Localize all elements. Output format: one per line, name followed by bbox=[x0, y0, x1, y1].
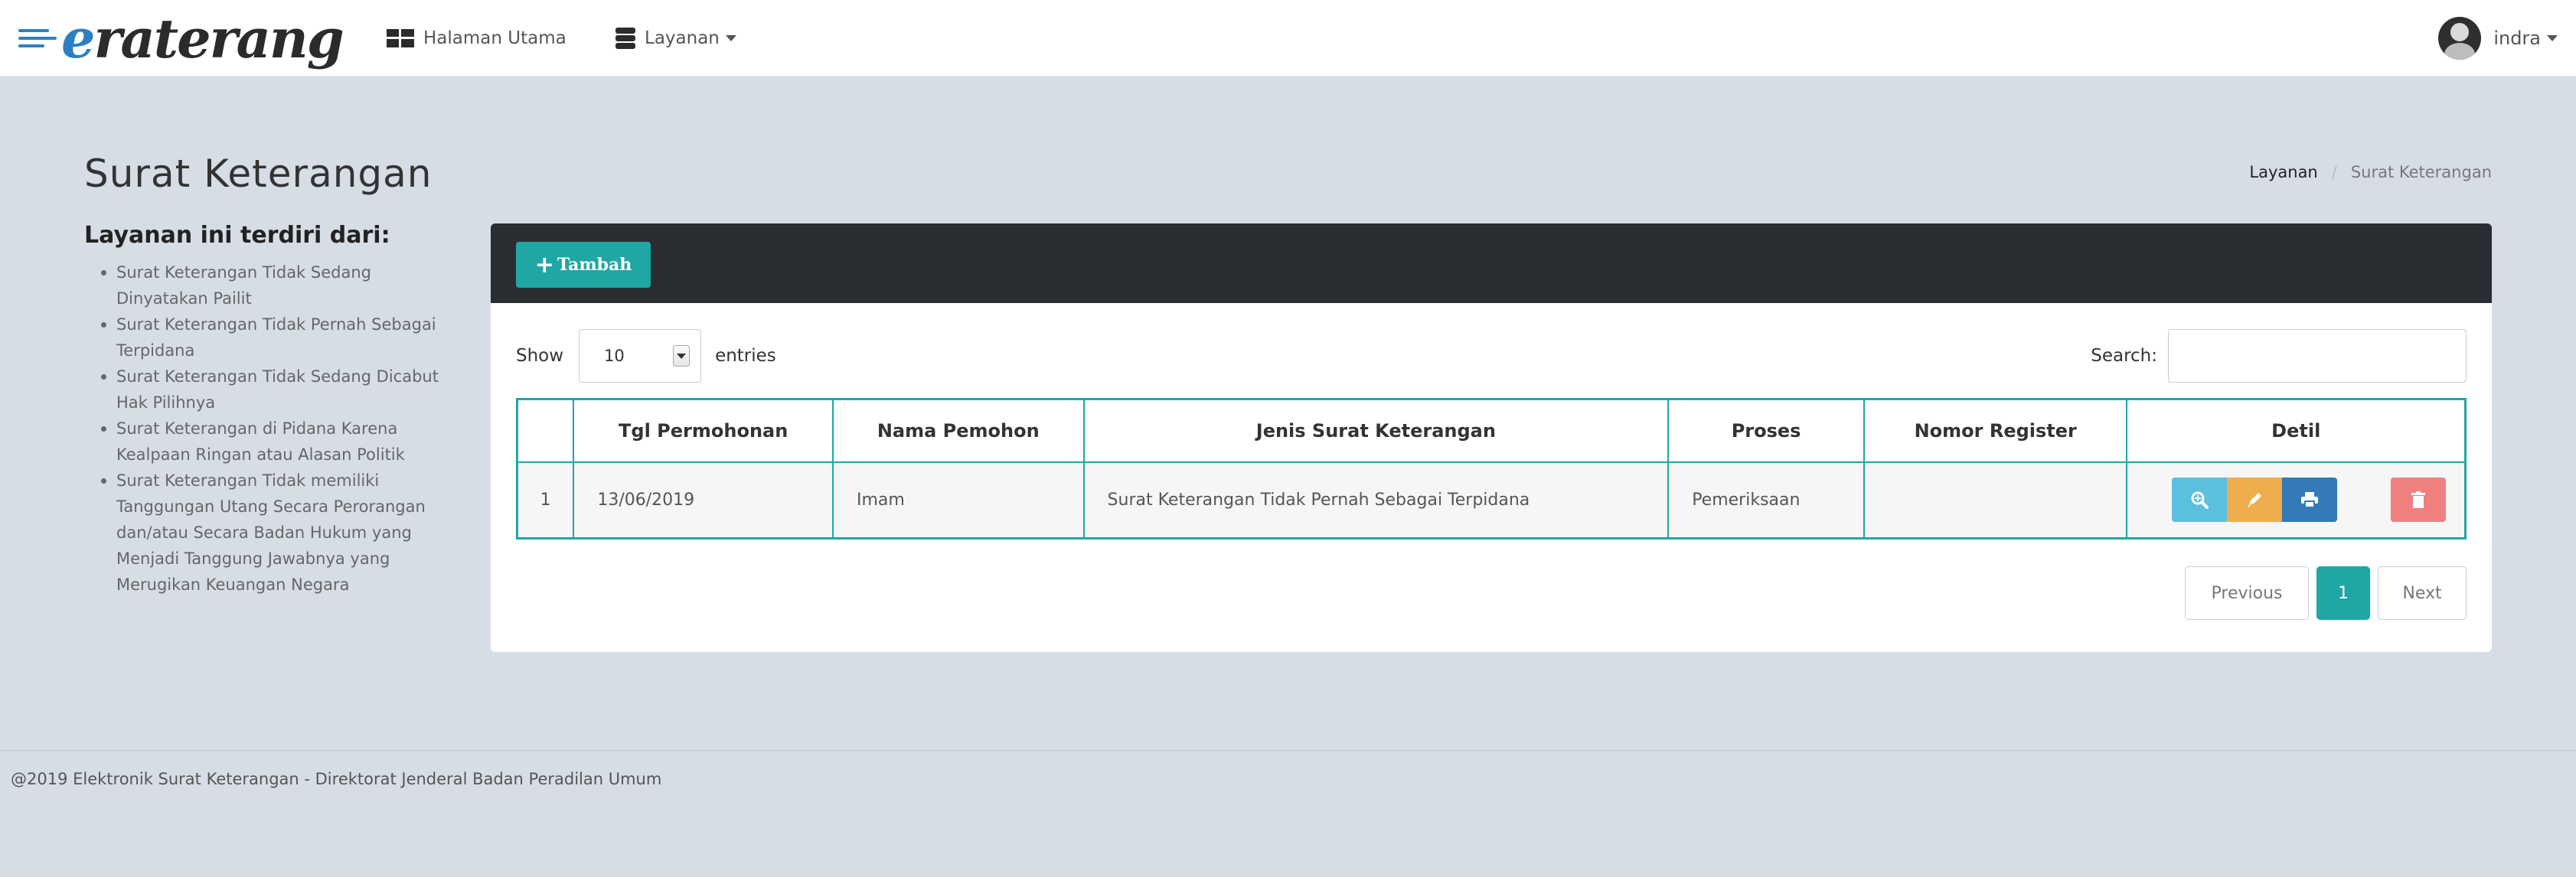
column-header-nama-pemohon[interactable]: Nama Pemohon bbox=[831, 398, 1085, 463]
list-item: Surat Keterangan Tidak Sedang Dinyatakan… bbox=[100, 259, 467, 311]
entries-label: entries bbox=[715, 346, 776, 366]
table-header-row: Tgl Permohonan Nama Pemohon Jenis Surat … bbox=[516, 398, 2467, 463]
cell-proses: Pemeriksaan bbox=[1667, 461, 1865, 540]
search-input[interactable] bbox=[2168, 329, 2467, 383]
breadcrumb-separator: / bbox=[2331, 163, 2337, 181]
data-panel: + Tambah Show 10 entries Search: Tgl Per… bbox=[491, 223, 2492, 652]
cell-jenis-surat: Surat Keterangan Tidak Pernah Sebagai Te… bbox=[1082, 461, 1670, 540]
brand-logo[interactable]: eraterang bbox=[18, 6, 344, 70]
entries-length-control: Show 10 entries bbox=[516, 329, 776, 383]
breadcrumb: Layanan / Surat Keterangan bbox=[2249, 163, 2492, 181]
top-navbar: eraterang Halaman Utama Layanan indra bbox=[0, 0, 2576, 77]
cell-no: 1 bbox=[516, 461, 575, 540]
breadcrumb-current: Surat Keterangan bbox=[2350, 163, 2492, 181]
column-header-tgl-permohonan[interactable]: Tgl Permohonan bbox=[573, 398, 834, 463]
previous-page-button[interactable]: Previous bbox=[2185, 566, 2309, 620]
column-header-detil[interactable]: Detil bbox=[2126, 398, 2467, 463]
list-item: Surat Keterangan Tidak Pernah Sebagai Te… bbox=[100, 311, 467, 364]
zoom-in-icon bbox=[2191, 491, 2209, 510]
chevron-down-icon bbox=[2547, 35, 2558, 41]
panel-header: + Tambah bbox=[491, 223, 2492, 303]
grid-icon bbox=[387, 29, 414, 47]
printer-icon bbox=[2301, 492, 2319, 509]
nav-services-dropdown[interactable]: Layanan bbox=[615, 23, 736, 54]
pagination: Previous 1 Next bbox=[2185, 566, 2467, 620]
nav-services-label: Layanan bbox=[645, 28, 720, 48]
trash-icon bbox=[2411, 491, 2426, 509]
view-button[interactable] bbox=[2172, 478, 2228, 523]
list-item: Surat Keterangan Tidak memiliki Tanggung… bbox=[100, 468, 467, 598]
cell-actions bbox=[2126, 461, 2467, 540]
database-icon bbox=[615, 28, 635, 49]
nav-home[interactable]: Halaman Utama bbox=[387, 23, 566, 54]
brand-name: eraterang bbox=[61, 6, 344, 70]
footer-text: @2019 Elektronik Surat Keterangan - Dire… bbox=[11, 770, 662, 788]
user-menu[interactable]: indra bbox=[2438, 17, 2558, 60]
service-list: Surat Keterangan Tidak Sedang Dinyatakan… bbox=[84, 259, 467, 598]
delete-button[interactable] bbox=[2391, 478, 2447, 523]
cell-tgl-permohonan: 13/06/2019 bbox=[573, 461, 834, 540]
next-page-button[interactable]: Next bbox=[2378, 566, 2467, 620]
chevron-down-icon bbox=[725, 35, 736, 41]
print-button[interactable] bbox=[2282, 478, 2338, 523]
footer-divider bbox=[0, 750, 2576, 751]
list-item: Surat Keterangan di Pidana Karena Kealpa… bbox=[100, 416, 467, 468]
pencil-icon bbox=[2248, 493, 2262, 508]
nav-home-label: Halaman Utama bbox=[423, 28, 566, 48]
chevron-down-icon bbox=[673, 345, 691, 367]
cell-nomor-register bbox=[1863, 461, 2128, 540]
show-label: Show bbox=[516, 346, 564, 366]
avatar bbox=[2438, 17, 2482, 60]
entries-select-value: 10 bbox=[604, 347, 625, 365]
edit-button[interactable] bbox=[2227, 478, 2283, 523]
page-title: Surat Keterangan bbox=[84, 152, 433, 196]
list-item: Surat Keterangan Tidak Sedang Dicabut Ha… bbox=[100, 364, 467, 416]
service-info-sidebar: Layanan ini terdiri dari: Surat Keterang… bbox=[84, 222, 467, 598]
sidebar-heading: Layanan ini terdiri dari: bbox=[84, 222, 390, 249]
plus-icon: + bbox=[534, 251, 554, 279]
breadcrumb-layanan-link[interactable]: Layanan bbox=[2249, 163, 2317, 181]
column-header-nomor-register[interactable]: Nomor Register bbox=[1863, 398, 2128, 463]
add-button[interactable]: + Tambah bbox=[516, 242, 651, 288]
page-1-button[interactable]: 1 bbox=[2316, 566, 2370, 620]
column-header-jenis-surat[interactable]: Jenis Surat Keterangan bbox=[1082, 398, 1670, 463]
column-header-no[interactable] bbox=[516, 398, 575, 463]
column-header-proses[interactable]: Proses bbox=[1667, 398, 1865, 463]
table-search: Search: bbox=[2091, 329, 2467, 383]
user-name: indra bbox=[2493, 28, 2541, 49]
requests-table: Tgl Permohonan Nama Pemohon Jenis Surat … bbox=[516, 398, 2467, 540]
entries-select[interactable]: 10 bbox=[579, 329, 702, 383]
cell-nama-pemohon: Imam bbox=[831, 461, 1085, 540]
logo-speed-lines-icon bbox=[18, 23, 58, 54]
table-row: 1 13/06/2019 Imam Surat Keterangan Tidak… bbox=[516, 461, 2467, 540]
search-label: Search: bbox=[2091, 346, 2157, 366]
add-button-label: Tambah bbox=[557, 255, 632, 275]
